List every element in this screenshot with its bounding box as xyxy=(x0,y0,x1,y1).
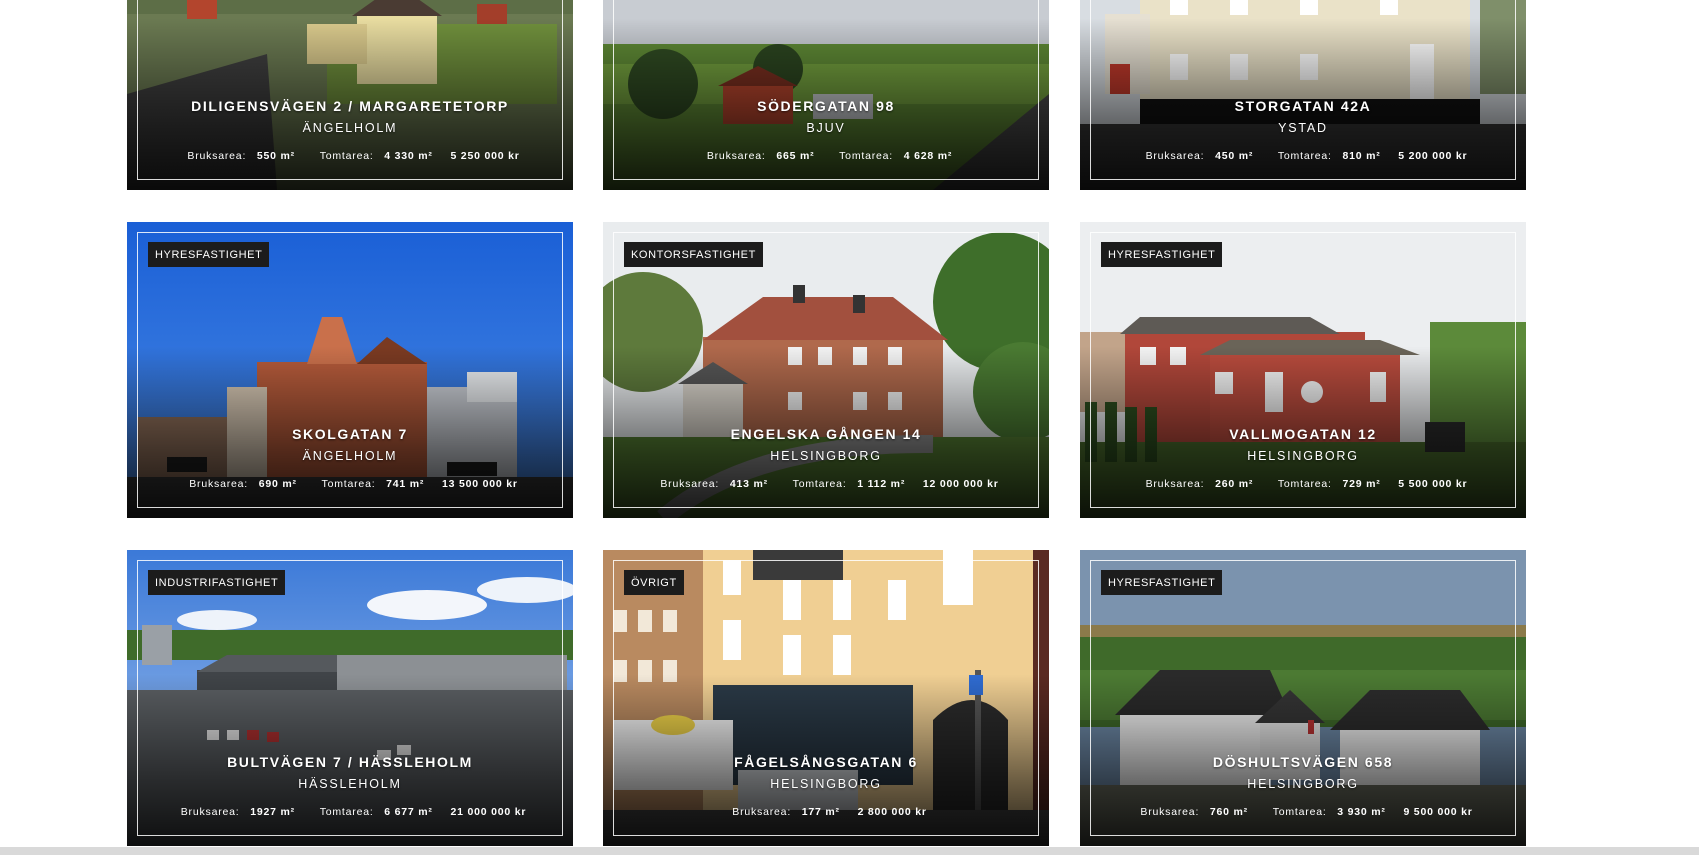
property-title: Fågelsångsgatan 6 xyxy=(734,754,918,770)
property-city: Ängelholm xyxy=(302,449,398,463)
plot-value: 741 m² xyxy=(386,478,425,490)
price-value: 12 000 000 kr xyxy=(922,478,999,490)
plot-label: Tomtarea: xyxy=(1277,478,1332,490)
plot-label: Tomtarea: xyxy=(319,806,374,818)
property-card-diligensvagen[interactable]: Diligensvägen 2 / Margaretetorp Ängelhol… xyxy=(127,0,573,190)
area-value: 1927 m² xyxy=(250,806,295,818)
price-value: 13 500 000 kr xyxy=(441,478,518,490)
area-label: Bruksarea: xyxy=(189,478,249,490)
area-value: 760 m² xyxy=(1209,806,1248,818)
property-stats: Bruksarea: 690 m² Tomtarea: 741 m² 13 50… xyxy=(127,478,573,490)
property-city: Helsingborg xyxy=(770,777,882,791)
property-city: Helsingborg xyxy=(1247,777,1359,791)
area-label: Bruksarea: xyxy=(732,806,792,818)
property-city: Helsingborg xyxy=(1247,449,1359,463)
area-label: Bruksarea: xyxy=(180,806,240,818)
plot-value: 4 628 m² xyxy=(903,150,953,162)
property-type-badge: Industrifastighet xyxy=(148,570,286,595)
property-city: Bjuv xyxy=(806,121,846,135)
plot-label: Tomtarea: xyxy=(792,478,847,490)
property-type-badge: Hyresfastighet xyxy=(1101,570,1223,595)
area-value: 550 m² xyxy=(256,150,295,162)
area-value: 665 m² xyxy=(776,150,815,162)
property-card-fagelsangsgatan[interactable]: Övrigt Fågelsångsgatan 6 Helsingborg Bru… xyxy=(603,550,1049,846)
property-stats: Bruksarea: 177 m² 2 800 000 kr xyxy=(603,806,1049,818)
price-value: 9 500 000 kr xyxy=(1403,806,1473,818)
property-stats: Bruksarea: 1927 m² Tomtarea: 6 677 m² 21… xyxy=(127,806,573,818)
property-card-storgatan[interactable]: Storgatan 42A Ystad Bruksarea: 450 m² To… xyxy=(1080,0,1526,190)
price-value: 21 000 000 kr xyxy=(450,806,527,818)
property-city: Hässleholm xyxy=(298,777,402,791)
property-card-engelska-gangen[interactable]: Kontorsfastighet Engelska gången 14 Hels… xyxy=(603,222,1049,518)
property-stats: Bruksarea: 450 m² Tomtarea: 810 m² 5 200… xyxy=(1080,150,1526,162)
property-stats: Bruksarea: 260 m² Tomtarea: 729 m² 5 500… xyxy=(1080,478,1526,490)
area-value: 177 m² xyxy=(801,806,840,818)
property-card-doshultsvagen[interactable]: Hyresfastighet Döshultsvägen 658 Helsing… xyxy=(1080,550,1526,846)
area-label: Bruksarea: xyxy=(1140,806,1200,818)
price-value: 2 800 000 kr xyxy=(857,806,927,818)
property-type-badge: Hyresfastighet xyxy=(148,242,270,267)
plot-value: 6 677 m² xyxy=(384,806,433,818)
property-type-badge: Övrigt xyxy=(624,570,684,595)
plot-value: 729 m² xyxy=(1342,478,1381,490)
property-card-bultvagen[interactable]: Industrifastighet Bultvägen 7 / Hässleho… xyxy=(127,550,573,846)
property-title: Vallmogatan 12 xyxy=(1229,426,1377,442)
property-title: Södergatan 98 xyxy=(757,98,895,114)
price-value: 5 200 000 kr xyxy=(1398,150,1468,162)
price-value: 5 250 000 kr xyxy=(450,150,520,162)
property-title: Skolgatan 7 xyxy=(292,426,408,442)
property-city: Ystad xyxy=(1278,121,1328,135)
area-value: 413 m² xyxy=(729,478,768,490)
area-value: 260 m² xyxy=(1215,478,1254,490)
property-type-badge: Hyresfastighet xyxy=(1101,242,1223,267)
property-city: Ängelholm xyxy=(302,121,398,135)
property-city: Helsingborg xyxy=(770,449,882,463)
area-value: 450 m² xyxy=(1215,150,1254,162)
property-type-badge: Kontorsfastighet xyxy=(624,242,763,267)
plot-value: 4 330 m² xyxy=(384,150,433,162)
plot-value: 810 m² xyxy=(1342,150,1381,162)
area-value: 690 m² xyxy=(258,478,297,490)
plot-label: Tomtarea: xyxy=(1272,806,1327,818)
area-label: Bruksarea: xyxy=(1145,150,1205,162)
area-label: Bruksarea: xyxy=(1145,478,1205,490)
property-title: Döshultsvägen 658 xyxy=(1212,754,1394,770)
area-label: Bruksarea: xyxy=(706,150,766,162)
plot-label: Tomtarea: xyxy=(1277,150,1332,162)
property-card-vallmogatan[interactable]: Hyresfastighet Vallmogatan 12 Helsingbor… xyxy=(1080,222,1526,518)
property-title: Bultvägen 7 / Hässleholm xyxy=(227,754,473,770)
plot-value: 1 112 m² xyxy=(857,478,906,490)
property-title: Engelska gången 14 xyxy=(730,426,922,442)
property-stats: Bruksarea: 413 m² Tomtarea: 1 112 m² 12 … xyxy=(603,478,1049,490)
property-stats: Bruksarea: 550 m² Tomtarea: 4 330 m² 5 2… xyxy=(127,150,573,162)
property-title: Storgatan 42A xyxy=(1234,98,1372,114)
price-value: 5 500 000 kr xyxy=(1398,478,1468,490)
area-label: Bruksarea: xyxy=(187,150,247,162)
plot-label: Tomtarea: xyxy=(319,150,374,162)
property-stats: Bruksarea: 665 m² Tomtarea: 4 628 m² xyxy=(603,150,1049,162)
horizontal-scrollbar[interactable] xyxy=(0,847,1699,855)
property-card-sodergatan[interactable]: Södergatan 98 Bjuv Bruksarea: 665 m² Tom… xyxy=(603,0,1049,190)
property-card-skolgatan[interactable]: Hyresfastighet Skolgatan 7 Ängelholm Bru… xyxy=(127,222,573,518)
plot-label: Tomtarea: xyxy=(839,150,894,162)
plot-label: Tomtarea: xyxy=(321,478,376,490)
area-label: Bruksarea: xyxy=(660,478,720,490)
property-title: Diligensvägen 2 / Margaretetorp xyxy=(191,98,509,114)
plot-value: 3 930 m² xyxy=(1337,806,1386,818)
property-stats: Bruksarea: 760 m² Tomtarea: 3 930 m² 9 5… xyxy=(1080,806,1526,818)
